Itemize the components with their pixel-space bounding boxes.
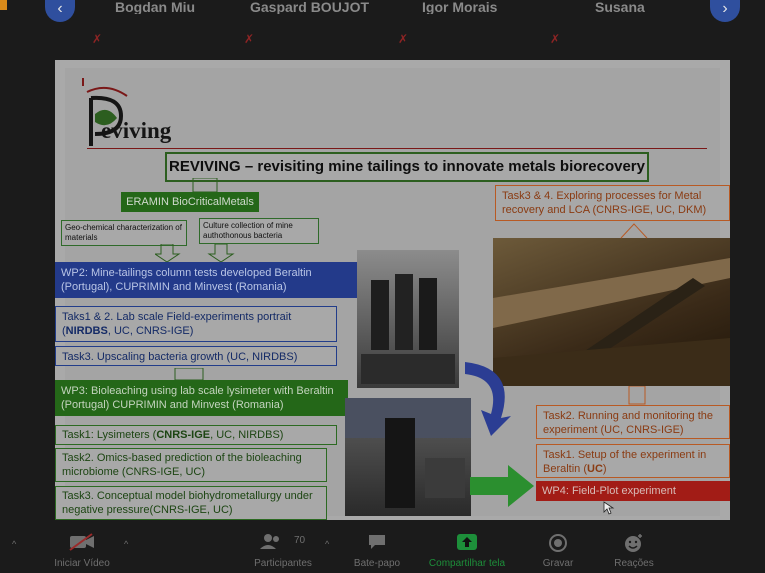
chevron-up-icon[interactable]: ^ bbox=[124, 539, 128, 549]
record-label: Gravar bbox=[542, 558, 574, 569]
lysimeter-photo bbox=[345, 398, 471, 516]
window-corner-marker bbox=[0, 0, 7, 10]
field-site-image bbox=[493, 258, 730, 386]
task1-setup-text-end: ) bbox=[602, 463, 607, 475]
participants-button[interactable]: 70 Participantes bbox=[238, 527, 328, 573]
record-button[interactable]: Gravar bbox=[530, 527, 586, 573]
reactions-icon bbox=[625, 534, 642, 552]
chevron-left-icon: ‹ bbox=[57, 0, 63, 17]
logo-text: eviving bbox=[101, 118, 172, 143]
reactions-label: Reações bbox=[614, 558, 654, 569]
chevron-right-icon: › bbox=[722, 0, 728, 17]
share-screen-icon bbox=[457, 534, 477, 550]
participant-name: Igor Morais bbox=[422, 0, 498, 14]
wp3-box: WP3: Bioleaching using lab scale lysimet… bbox=[55, 380, 348, 416]
meeting-toolbar: ^ Iniciar Vídeo ^ 70 Participantes ^ Bat… bbox=[0, 527, 765, 573]
task12-box: Taks1 & 2. Lab scale Field-experiments p… bbox=[55, 306, 337, 342]
right-arrow bbox=[470, 465, 534, 507]
connector-arrows bbox=[155, 244, 235, 262]
previous-page-button[interactable]: ‹ bbox=[45, 0, 75, 22]
microphone-muted-icon: ✗ bbox=[398, 32, 409, 46]
chat-label: Bate-papo bbox=[353, 558, 401, 569]
participant-name: Bogdan Miu bbox=[115, 0, 196, 14]
chat-icon bbox=[369, 535, 385, 549]
share-screen-label: Compartilhar tela bbox=[428, 558, 506, 569]
start-video-label: Iniciar Vídeo bbox=[54, 558, 110, 569]
participants-label: Participantes bbox=[254, 558, 312, 569]
lab-columns-photo bbox=[357, 250, 459, 388]
task1-setup-bold: UC bbox=[587, 463, 603, 475]
task34-box: Task3 & 4. Exploring processes for Metal… bbox=[495, 185, 730, 221]
task1-lys-text-end: , UC, NIRDBS) bbox=[210, 429, 284, 441]
task1-lysimeters-box: Task1: Lysimeters (CNRS-IGE, UC, NIRDBS) bbox=[55, 425, 337, 445]
task1-setup-text: Task1. Setup of the experiment in Beralt… bbox=[543, 449, 707, 475]
connector-arrow bbox=[620, 223, 648, 239]
task3-upscale-box: Task3. Upscaling bacteria growth (UC, NI… bbox=[55, 346, 337, 366]
participant-name: Susana bbox=[595, 0, 645, 14]
task2-run-box: Task2. Running and monitoring the experi… bbox=[536, 405, 730, 439]
video-off-icon bbox=[69, 533, 94, 551]
chevron-up-icon[interactable]: ^ bbox=[325, 539, 329, 549]
microphone-muted-icon: ✗ bbox=[550, 32, 561, 46]
task12-text-end: , UC, CNRS-IGE) bbox=[107, 325, 194, 337]
participant-name: Gaspard BOUJOT bbox=[250, 0, 370, 14]
geo-chem-box: Geo-chemical characterization of materia… bbox=[61, 220, 187, 246]
share-screen-button[interactable]: Compartilhar tela bbox=[418, 527, 516, 573]
mouse-cursor-icon bbox=[603, 501, 615, 515]
culture-box: Culture collection of mine authothonous … bbox=[199, 218, 319, 244]
shared-screen: eviving REVIVING – revisiting mine taili… bbox=[55, 60, 730, 520]
slide-content: eviving REVIVING – revisiting mine taili… bbox=[55, 68, 730, 520]
record-icon bbox=[549, 534, 567, 552]
next-page-button[interactable]: › bbox=[710, 0, 740, 22]
chevron-up-icon[interactable]: ^ bbox=[12, 539, 16, 549]
task1-lys-text: Task1: Lysimeters ( bbox=[62, 429, 157, 441]
slide-title: REVIVING – revisiting mine tailings to i… bbox=[165, 152, 649, 182]
task3-model-box: Task3. Conceptual model biohydrometallur… bbox=[55, 486, 327, 520]
microphone-muted-icon: ✗ bbox=[244, 32, 255, 46]
participant-strip: ‹ Bogdan Miu Gaspard BOUJOT Igor Morais … bbox=[0, 0, 765, 52]
start-video-button[interactable]: Iniciar Vídeo bbox=[42, 527, 122, 573]
task2-omics-box: Task2. Omics-based prediction of the bio… bbox=[55, 448, 327, 482]
wp4-box: WP4: Field-Plot experiment bbox=[536, 481, 730, 501]
eramin-box: ERAMIN BioCriticalMetals bbox=[121, 192, 259, 212]
microphone-muted-icon: ✗ bbox=[92, 32, 103, 46]
field-site-photo bbox=[493, 238, 730, 386]
connector-arrow bbox=[628, 386, 646, 405]
curved-arrow bbox=[465, 362, 511, 436]
task12-bold: NIRDBS bbox=[65, 325, 108, 337]
reactions-button[interactable]: Reações bbox=[604, 527, 664, 573]
chat-button[interactable]: Bate-papo bbox=[345, 527, 409, 573]
task1-setup-box: Task1. Setup of the experiment in Beralt… bbox=[536, 444, 730, 478]
participants-count: 70 bbox=[294, 535, 306, 546]
divider-line bbox=[87, 148, 707, 149]
lysimeter-image bbox=[345, 398, 471, 508]
lab-columns-image bbox=[361, 274, 455, 384]
wp2-box: WP2: Mine-tailings column tests develope… bbox=[55, 262, 357, 298]
task1-lys-bold: CNRS-IGE bbox=[156, 429, 211, 441]
